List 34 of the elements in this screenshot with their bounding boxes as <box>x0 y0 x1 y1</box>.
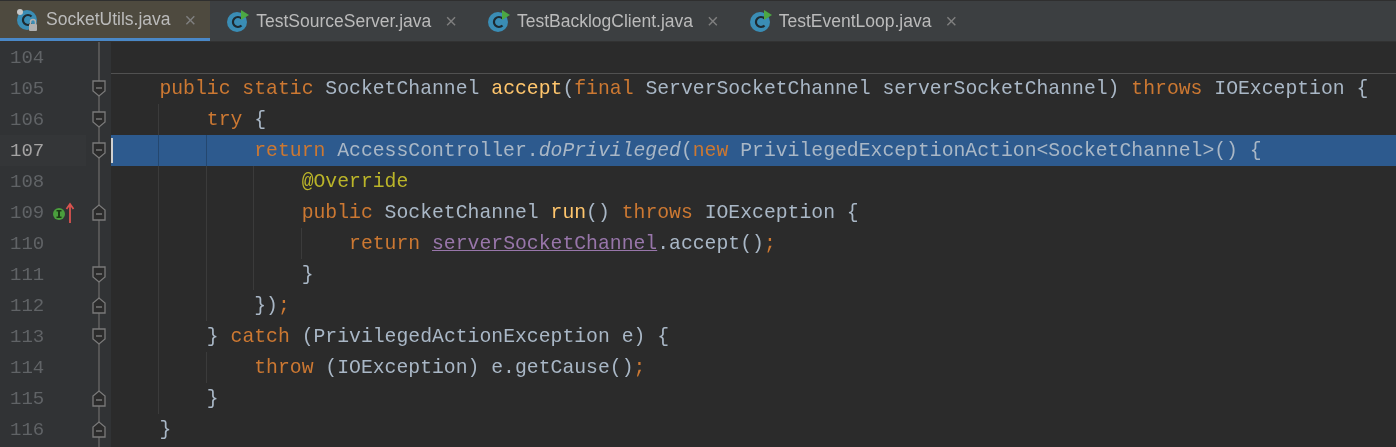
fold-icon[interactable] <box>91 111 106 128</box>
code-line: public SocketChannel run() throws IOException { <box>300 201 859 224</box>
code-line: } <box>205 387 219 410</box>
close-icon[interactable]: × <box>707 11 719 31</box>
line-number: 107 <box>10 139 45 162</box>
code-line: } catch (PrivilegedActionException e) { <box>205 325 670 348</box>
editor-tab[interactable]: TestBacklogClient.java × <box>470 1 733 41</box>
editor-tab[interactable]: SocketUtils.java × <box>0 1 211 41</box>
fold-icon[interactable] <box>91 80 106 97</box>
locked-class-file-icon <box>15 7 40 32</box>
code-line: } <box>158 418 172 441</box>
fold-icon[interactable] <box>91 328 106 345</box>
runnable-class-file-icon <box>225 8 251 34</box>
code-line: return serverSocketChannel.accept(); <box>348 232 776 255</box>
text-cursor <box>111 138 113 163</box>
close-icon[interactable]: × <box>945 11 958 31</box>
runnable-class-file-icon <box>485 8 511 34</box>
code-line: public static SocketChannel accept(final ServerSocketChannel serverSocketChannel) throws IOException { <box>158 77 1369 100</box>
code-line: return AccessController.doPrivileged(new PrivilegedExceptionAction<SocketChannel>() { <box>253 139 1262 162</box>
fold-icon[interactable] <box>91 390 106 407</box>
code-line: try { <box>205 108 267 131</box>
runnable-class-file-icon <box>747 8 773 34</box>
close-icon[interactable]: × <box>445 11 457 31</box>
fold-icon[interactable] <box>91 142 106 159</box>
fold-icon[interactable] <box>91 204 106 221</box>
editor-tab[interactable]: TestSourceServer.java × <box>210 1 471 41</box>
code-line: @Override <box>300 170 409 193</box>
code-line: throw (IOException) e.getCause(); <box>253 356 646 379</box>
fold-icon[interactable] <box>91 297 106 314</box>
code-line: }); <box>253 294 290 317</box>
fold-icon[interactable] <box>91 266 106 283</box>
fold-icon[interactable] <box>91 421 106 438</box>
editor-tab[interactable]: TestEventLoop.java × <box>732 1 972 41</box>
code-line: } <box>300 263 314 286</box>
